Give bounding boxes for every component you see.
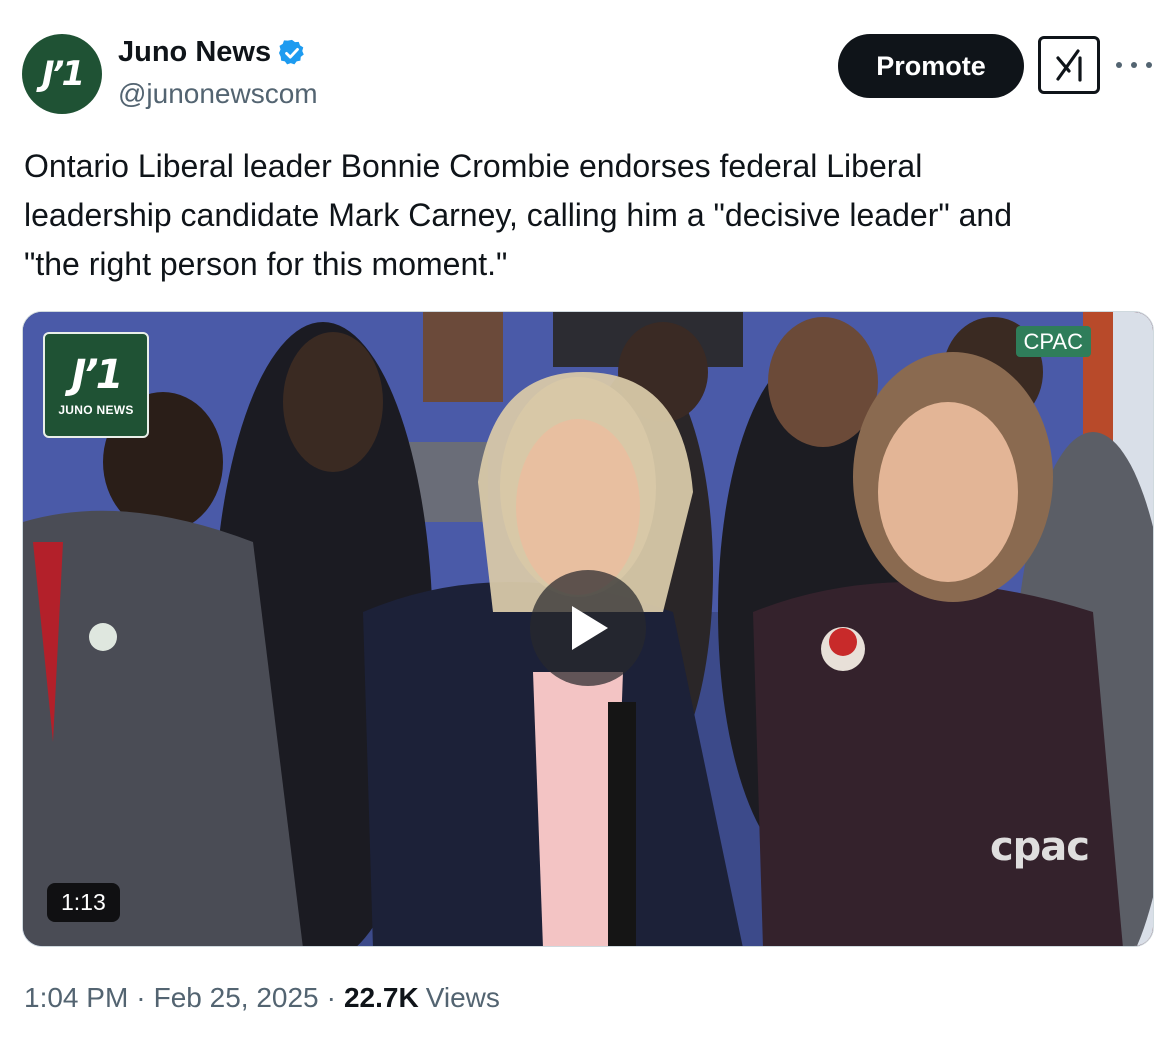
avatar-logo: Jʼ1	[41, 54, 85, 94]
more-dot	[1116, 62, 1122, 68]
tweet-meta: 1:04 PM · Feb 25, 2025 · 22.7K Views	[24, 982, 500, 1014]
meta-separator: ·	[136, 982, 146, 1013]
avatar[interactable]: Jʼ1	[22, 34, 102, 114]
more-dot	[1131, 62, 1137, 68]
promote-button[interactable]: Promote	[838, 34, 1024, 98]
user-handle[interactable]: @junonewscom	[118, 78, 318, 110]
more-dot	[1146, 62, 1152, 68]
verified-badge-icon	[279, 39, 304, 64]
views-label: Views	[425, 982, 500, 1013]
play-icon	[572, 606, 608, 650]
display-name[interactable]: Juno News	[118, 36, 271, 69]
video-duration: 1:13	[47, 883, 120, 922]
tweet-text: Ontario Liberal leader Bonnie Crombie en…	[24, 148, 1012, 282]
video-player[interactable]: Jʼ1 JUNO NEWS CPAC cpac 1:13	[22, 311, 1154, 947]
tweet-time[interactable]: 1:04 PM	[24, 982, 128, 1014]
play-button[interactable]	[530, 570, 646, 686]
author-row: Juno News	[118, 36, 307, 69]
grok-glyph-icon	[1056, 49, 1082, 82]
views-count[interactable]: 22.7K	[344, 982, 419, 1014]
tweet-date[interactable]: Feb 25, 2025	[154, 982, 319, 1014]
juno-news-logo: Jʼ1 JUNO NEWS	[43, 332, 149, 438]
juno-logo-text: JUNO NEWS	[58, 403, 134, 417]
channel-tag: CPAC	[1015, 326, 1091, 357]
grok-icon[interactable]	[1038, 36, 1100, 94]
channel-watermark: cpac	[989, 824, 1090, 870]
meta-separator: ·	[326, 982, 336, 1013]
juno-logo-mark: Jʼ1	[71, 352, 124, 398]
more-options-icon[interactable]	[1116, 50, 1152, 80]
